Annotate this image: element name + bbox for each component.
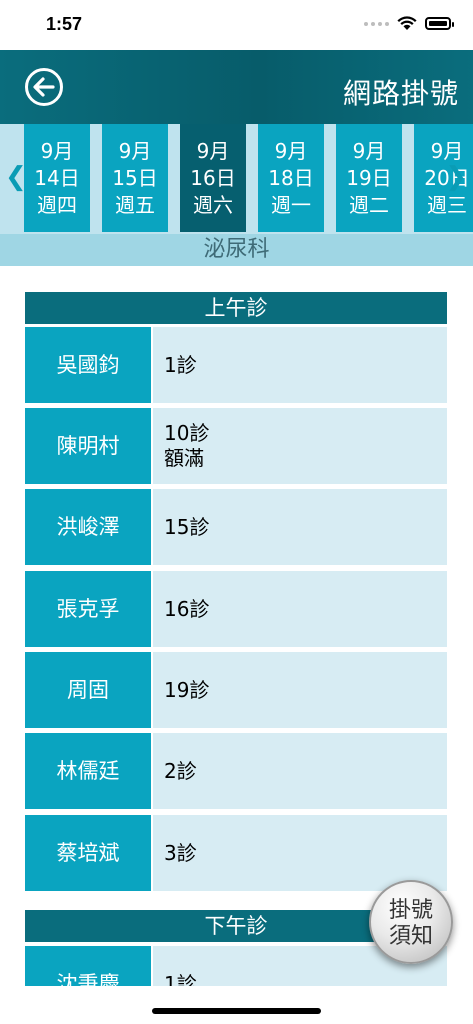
department-label: 泌尿科 (0, 234, 473, 266)
date-day: 16日 (190, 166, 236, 190)
doctor-row[interactable]: 陳明村 10診 額滿 (25, 408, 447, 484)
notice-button-line1: 掛號 (388, 898, 433, 923)
doctor-name: 洪峻澤 (25, 489, 151, 565)
clinic-room: 2診 (164, 758, 197, 783)
doctor-name: 林儒廷 (25, 733, 151, 809)
wifi-icon (397, 16, 417, 30)
schedule-list[interactable]: 上午診 吳國鈞 1診 陳明村 10診 額滿 洪峻澤 15診 張克孚 16診 周固… (0, 266, 473, 986)
date-weekday: 週六 (193, 193, 233, 217)
clinic-info: 15診 (153, 489, 447, 565)
date-weekday: 週五 (115, 193, 155, 217)
clinic-status: 額滿 (164, 446, 204, 470)
prev-date-icon[interactable]: ❮ (5, 162, 27, 192)
clinic-room: 10診 (164, 421, 210, 445)
date-card[interactable]: 9月 18日 週一 (258, 124, 324, 232)
date-weekday: 週一 (271, 193, 311, 217)
date-weekday: 週四 (37, 193, 77, 217)
clinic-info: 2診 (153, 733, 447, 809)
registration-notice-button[interactable]: 掛號 須知 (369, 880, 453, 964)
date-month: 9月 (352, 139, 386, 163)
date-month: 9月 (40, 139, 74, 163)
status-bar: 1:57 (0, 0, 473, 50)
date-day: 15日 (112, 166, 158, 190)
date-month: 9月 (430, 139, 464, 163)
date-weekday: 週三 (427, 193, 467, 217)
date-month: 9月 (274, 139, 308, 163)
date-day: 18日 (268, 166, 314, 190)
page-title: 網路掛號 (342, 77, 459, 110)
back-button[interactable] (24, 67, 64, 107)
doctor-name: 周固 (25, 652, 151, 728)
clinic-room: 1診 (164, 971, 197, 987)
date-card[interactable]: 9月 15日 週五 (102, 124, 168, 232)
status-time: 1:57 (46, 14, 83, 34)
doctor-row[interactable]: 張克孚 16診 (25, 571, 447, 647)
clinic-info: 10診 額滿 (153, 408, 447, 484)
date-card[interactable]: 9月 14日 週四 (24, 124, 90, 232)
clinic-room: 1診 (164, 352, 197, 377)
date-card[interactable]: 9月 19日 週二 (336, 124, 402, 232)
date-month: 9月 (118, 139, 152, 163)
clinic-info: 16診 (153, 571, 447, 647)
date-card-selected[interactable]: 9月 16日 週六 (180, 124, 246, 232)
doctor-name: 張克孚 (25, 571, 151, 647)
home-indicator (152, 1008, 321, 1014)
clinic-room: 19診 (164, 677, 210, 702)
date-day: 14日 (34, 166, 80, 190)
doctor-name: 蔡培斌 (25, 815, 151, 891)
doctor-name: 吳國鈞 (25, 327, 151, 403)
clinic-room: 16診 (164, 596, 210, 621)
battery-icon (425, 17, 454, 30)
clinic-info: 3診 (153, 815, 447, 891)
signal-icon (364, 21, 389, 26)
notice-button-line2: 須知 (388, 924, 433, 949)
doctor-row[interactable]: 吳國鈞 1診 (25, 327, 447, 403)
clinic-info: 19診 (153, 652, 447, 728)
status-icons (364, 16, 454, 31)
date-month: 9月 (196, 139, 230, 163)
doctor-row[interactable]: 周固 19診 (25, 652, 447, 728)
doctor-name: 陳明村 (25, 408, 151, 484)
clinic-room: 15診 (164, 514, 210, 539)
date-day: 19日 (346, 166, 392, 190)
clinic-info: 1診 (153, 327, 447, 403)
next-date-icon[interactable]: ❯ (445, 162, 467, 192)
doctor-row[interactable]: 洪峻澤 15診 (25, 489, 447, 565)
doctor-row[interactable]: 林儒廷 2診 (25, 733, 447, 809)
morning-section-header: 上午診 (25, 292, 447, 324)
date-weekday: 週二 (349, 193, 389, 217)
doctor-name: 沈秉慶 (25, 946, 151, 986)
date-selector: 9月 14日 週四 9月 15日 週五 9月 16日 週六 9月 18日 週一 … (0, 124, 473, 234)
app-header: 網路掛號 (0, 50, 473, 124)
clinic-room: 3診 (164, 840, 197, 865)
doctor-row[interactable]: 蔡培斌 3診 (25, 815, 447, 891)
